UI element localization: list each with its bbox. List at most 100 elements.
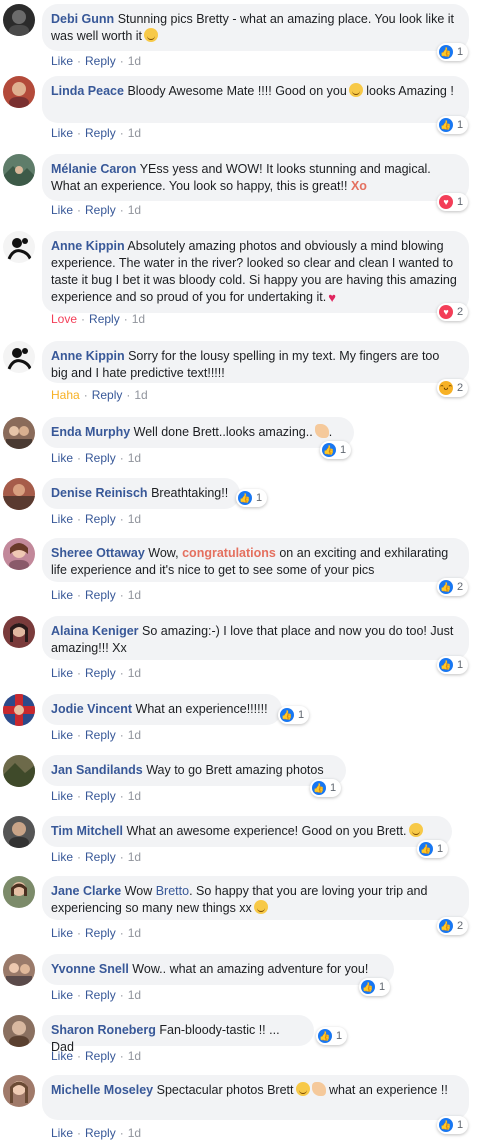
reply-button[interactable]: Reply: [85, 1126, 116, 1140]
avatar[interactable]: [3, 954, 35, 986]
timestamp[interactable]: 1d: [128, 666, 141, 680]
reply-button[interactable]: Reply: [85, 203, 116, 217]
reaction-count[interactable]: 👍 1: [359, 978, 391, 996]
avatar[interactable]: [3, 616, 35, 648]
like-button[interactable]: Like: [51, 926, 73, 940]
laughing-emoji-icon: [408, 823, 423, 837]
comment-author[interactable]: Jane Clarke: [51, 884, 121, 898]
avatar[interactable]: [3, 876, 35, 908]
comment-author[interactable]: Michelle Moseley: [51, 1083, 153, 1097]
comment-author[interactable]: Mélanie Caron: [51, 162, 136, 176]
like-button[interactable]: Like: [51, 512, 73, 526]
avatar[interactable]: [3, 154, 35, 186]
reply-button[interactable]: Reply: [85, 512, 116, 526]
reply-button[interactable]: Reply: [85, 728, 116, 742]
reaction-count[interactable]: ᵔᴗᵔ 2: [437, 379, 469, 397]
timestamp[interactable]: 1d: [128, 988, 141, 1002]
mention-link[interactable]: Bretto: [156, 884, 189, 898]
timestamp[interactable]: 1d: [132, 312, 145, 326]
haha-button[interactable]: Haha: [51, 388, 80, 402]
comment-author[interactable]: Linda Peace: [51, 84, 124, 98]
timestamp[interactable]: 1d: [128, 512, 141, 526]
comment-author[interactable]: Debi Gunn: [51, 12, 114, 26]
comment-author[interactable]: Jodie Vincent: [51, 702, 132, 716]
avatar[interactable]: [3, 76, 35, 108]
comment-text: Wow.. what an amazing adventure for you!: [132, 962, 369, 976]
reply-button[interactable]: Reply: [85, 988, 116, 1002]
timestamp[interactable]: 1d: [128, 850, 141, 864]
avatar[interactable]: [3, 231, 35, 263]
reply-button[interactable]: Reply: [85, 1049, 116, 1063]
reaction-count[interactable]: 👍 2: [437, 578, 469, 596]
reaction-count[interactable]: 👍 1: [236, 489, 268, 507]
comment-author[interactable]: Tim Mitchell: [51, 824, 123, 838]
comment-author[interactable]: Jan Sandilands: [51, 763, 143, 777]
reaction-count[interactable]: 👍 1: [320, 441, 352, 459]
reply-button[interactable]: Reply: [85, 54, 116, 68]
like-button[interactable]: Like: [51, 789, 73, 803]
avatar[interactable]: [3, 694, 35, 726]
thumbs-up-icon: 👍: [439, 658, 453, 672]
like-button[interactable]: Like: [51, 988, 73, 1002]
timestamp[interactable]: 1d: [128, 588, 141, 602]
reaction-count[interactable]: ♥ 1: [437, 193, 469, 211]
reaction-count[interactable]: 👍 1: [437, 43, 469, 61]
reaction-count[interactable]: 👍 2: [437, 917, 469, 935]
reaction-count[interactable]: 👍 1: [437, 656, 469, 674]
comment-author[interactable]: Yvonne Snell: [51, 962, 129, 976]
reply-button[interactable]: Reply: [85, 850, 116, 864]
timestamp[interactable]: 1d: [128, 451, 141, 465]
reaction-count[interactable]: 👍 1: [278, 706, 310, 724]
reaction-count[interactable]: 👍 1: [437, 116, 469, 134]
love-button[interactable]: Love: [51, 312, 77, 326]
timestamp[interactable]: 1d: [128, 789, 141, 803]
reaction-count[interactable]: 👍 1: [417, 840, 449, 858]
reply-button[interactable]: Reply: [85, 126, 116, 140]
like-button[interactable]: Like: [51, 728, 73, 742]
avatar[interactable]: [3, 4, 35, 36]
like-button[interactable]: Like: [51, 451, 73, 465]
comment-author[interactable]: Sharon Roneberg: [51, 1023, 156, 1037]
like-button[interactable]: Like: [51, 54, 73, 68]
avatar[interactable]: [3, 478, 35, 510]
reply-button[interactable]: Reply: [85, 666, 116, 680]
reply-button[interactable]: Reply: [85, 926, 116, 940]
timestamp[interactable]: 1d: [128, 54, 141, 68]
timestamp[interactable]: 1d: [128, 926, 141, 940]
reaction-count[interactable]: 👍 1: [316, 1027, 348, 1045]
comment-author[interactable]: Anne Kippin: [51, 239, 125, 253]
avatar[interactable]: [3, 417, 35, 449]
timestamp[interactable]: 1d: [128, 203, 141, 217]
reply-button[interactable]: Reply: [85, 451, 116, 465]
reply-button[interactable]: Reply: [92, 388, 123, 402]
timestamp[interactable]: 1d: [134, 388, 147, 402]
like-button[interactable]: Like: [51, 666, 73, 680]
reaction-count[interactable]: 👍 1: [437, 1116, 469, 1134]
timestamp[interactable]: 1d: [128, 126, 141, 140]
reaction-count[interactable]: 👍 1: [310, 779, 342, 797]
comment-author[interactable]: Denise Reinisch: [51, 486, 148, 500]
comment-author[interactable]: Anne Kippin: [51, 349, 125, 363]
like-button[interactable]: Like: [51, 1049, 73, 1063]
avatar[interactable]: [3, 755, 35, 787]
timestamp[interactable]: 1d: [128, 1126, 141, 1140]
reply-button[interactable]: Reply: [89, 312, 120, 326]
avatar[interactable]: [3, 341, 35, 373]
timestamp[interactable]: 1d: [128, 1049, 141, 1063]
avatar[interactable]: [3, 1015, 35, 1047]
avatar[interactable]: [3, 1075, 35, 1107]
avatar[interactable]: [3, 538, 35, 570]
avatar[interactable]: [3, 816, 35, 848]
like-button[interactable]: Like: [51, 203, 73, 217]
reply-button[interactable]: Reply: [85, 588, 116, 602]
like-button[interactable]: Like: [51, 850, 73, 864]
reply-button[interactable]: Reply: [85, 789, 116, 803]
like-button[interactable]: Like: [51, 1126, 73, 1140]
like-button[interactable]: Like: [51, 588, 73, 602]
comment-author[interactable]: Sheree Ottaway: [51, 546, 145, 560]
comment-author[interactable]: Alaina Keniger: [51, 624, 139, 638]
like-button[interactable]: Like: [51, 126, 73, 140]
timestamp[interactable]: 1d: [128, 728, 141, 742]
comment-author[interactable]: Enda Murphy: [51, 425, 130, 439]
reaction-count[interactable]: ♥ 2: [437, 303, 469, 321]
